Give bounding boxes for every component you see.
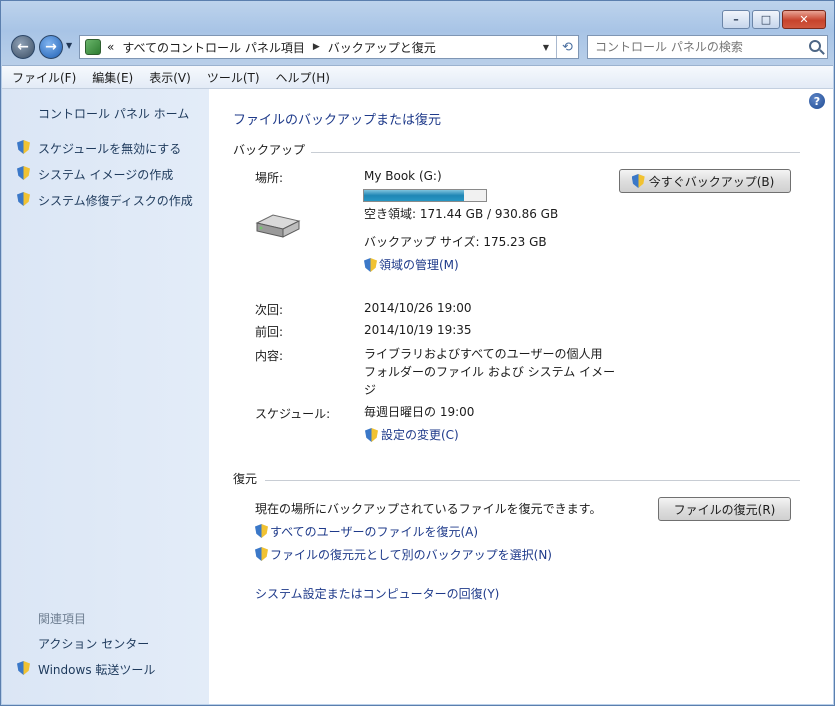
uac-shield-icon bbox=[17, 140, 30, 154]
navigation-bar: ← → ▼ « すべてのコントロール パネル項目 ▶ バックアップと復元 ▼ ⟲ bbox=[9, 34, 828, 60]
last-backup-value: 2014/10/19 19:35 bbox=[364, 323, 472, 337]
next-backup-label: 次回: bbox=[255, 303, 284, 317]
address-bar[interactable]: « すべてのコントロール パネル項目 ▶ バックアップと復元 ▼ ⟲ bbox=[79, 35, 579, 59]
arrow-left-icon: ← bbox=[17, 39, 29, 55]
breadcrumb-item-all-items[interactable]: すべてのコントロール パネル項目 bbox=[122, 39, 305, 56]
search-input[interactable] bbox=[588, 40, 798, 54]
uac-shield-icon bbox=[17, 661, 30, 675]
change-settings-link[interactable]: 設定の変更(C) bbox=[381, 426, 459, 443]
menu-edit[interactable]: 編集(E) bbox=[92, 69, 133, 86]
restore-files-label: ファイルの復元(R) bbox=[673, 502, 776, 517]
sidebar-create-system-image[interactable]: システム イメージの作成 bbox=[38, 166, 173, 183]
location-label: 場所: bbox=[255, 171, 284, 185]
menu-help[interactable]: ヘルプ(H) bbox=[276, 69, 330, 86]
backup-now-label: 今すぐバックアップ(B) bbox=[648, 174, 775, 189]
next-backup-value: 2014/10/26 19:00 bbox=[364, 301, 472, 315]
contents-line-3: ジ bbox=[364, 383, 377, 397]
menu-tools[interactable]: ツール(T) bbox=[207, 69, 260, 86]
sidebar: コントロール パネル ホーム スケジュールを無効にする システム イメージの作成… bbox=[2, 89, 209, 704]
uac-shield-icon bbox=[365, 428, 378, 442]
sidebar-action-center[interactable]: アクション センター bbox=[38, 635, 149, 652]
back-button[interactable]: ← bbox=[11, 35, 35, 59]
minimize-button[interactable]: – bbox=[722, 10, 750, 29]
restore-files-button[interactable]: ファイルの復元(R) bbox=[658, 497, 791, 521]
forward-button[interactable]: → bbox=[39, 35, 63, 59]
window: – □ ✕ ← → ▼ « すべてのコントロール パネル項目 ▶ バックアップと… bbox=[0, 0, 835, 706]
disk-usage-fill bbox=[364, 190, 464, 201]
contents-line-1: ライブラリおよびすべてのユーザーの個人用 bbox=[364, 347, 603, 361]
backup-size-text: バックアップ サイズ: 175.23 GB bbox=[364, 235, 547, 249]
uac-shield-icon bbox=[255, 524, 268, 538]
uac-shield-icon bbox=[364, 258, 377, 272]
search-box[interactable] bbox=[587, 35, 828, 59]
section-divider bbox=[311, 152, 800, 153]
free-space-text: 空き領域: 171.44 GB / 930.86 GB bbox=[364, 207, 559, 221]
manage-space-link[interactable]: 領域の管理(M) bbox=[379, 256, 459, 273]
breadcrumb: « すべてのコントロール パネル項目 ▶ バックアップと復元 bbox=[107, 39, 436, 56]
disk-usage-bar bbox=[363, 189, 487, 202]
refresh-button[interactable]: ⟲ bbox=[556, 36, 578, 58]
hard-drive-icon bbox=[255, 214, 301, 238]
main-content: ? ファイルのバックアップまたは復元 バックアップ 場所: My Book (G… bbox=[209, 89, 833, 704]
chevron-down-icon: ▼ bbox=[542, 42, 550, 52]
schedule-value: 毎週日曜日の 19:00 bbox=[364, 405, 475, 419]
related-heading: 関連項目 bbox=[38, 612, 87, 626]
help-icon[interactable]: ? bbox=[809, 93, 825, 109]
arrow-right-icon: → bbox=[45, 39, 57, 55]
sidebar-disable-schedule[interactable]: スケジュールを無効にする bbox=[38, 140, 181, 157]
location-value: My Book (G:) bbox=[364, 169, 442, 183]
control-panel-icon bbox=[85, 39, 101, 55]
close-button[interactable]: ✕ bbox=[782, 10, 826, 29]
breadcrumb-overflow[interactable]: « bbox=[107, 40, 114, 54]
sidebar-create-repair-disc[interactable]: システム修復ディスクの作成 bbox=[38, 192, 193, 209]
menu-view[interactable]: 表示(V) bbox=[149, 69, 191, 86]
contents-label: 内容: bbox=[255, 349, 284, 363]
breadcrumb-item-backup-restore[interactable]: バックアップと復元 bbox=[328, 39, 436, 56]
uac-shield-icon bbox=[17, 192, 30, 206]
backup-section-heading: バックアップ bbox=[233, 143, 306, 157]
restore-all-users-link[interactable]: すべてのユーザーのファイルを復元(A) bbox=[270, 523, 478, 540]
sidebar-windows-easy-transfer[interactable]: Windows 転送ツール bbox=[38, 661, 155, 678]
breadcrumb-separator-icon[interactable]: ▶ bbox=[313, 42, 320, 52]
recent-pages-dropdown[interactable]: ▼ bbox=[66, 41, 72, 50]
menu-file[interactable]: ファイル(F) bbox=[12, 69, 76, 86]
restore-section-heading: 復元 bbox=[233, 472, 258, 486]
select-other-backup-link[interactable]: ファイルの復元元として別のバックアップを選択(N) bbox=[270, 546, 552, 563]
menu-bar: ファイル(F) 編集(E) 表示(V) ツール(T) ヘルプ(H) bbox=[2, 65, 833, 89]
last-backup-label: 前回: bbox=[255, 325, 284, 339]
backup-now-button[interactable]: 今すぐバックアップ(B) bbox=[619, 169, 791, 193]
maximize-button[interactable]: □ bbox=[752, 10, 780, 29]
window-controls: – □ ✕ bbox=[722, 10, 826, 29]
chevron-down-icon: ▼ bbox=[66, 41, 73, 50]
sidebar-control-panel-home[interactable]: コントロール パネル ホーム bbox=[38, 105, 189, 122]
search-icon[interactable] bbox=[809, 40, 821, 52]
uac-shield-icon bbox=[255, 547, 268, 561]
refresh-icon: ⟲ bbox=[562, 39, 573, 55]
recover-system-link[interactable]: システム設定またはコンピューターの回復(Y) bbox=[255, 585, 499, 602]
uac-shield-icon bbox=[17, 166, 30, 180]
uac-shield-icon bbox=[631, 174, 645, 188]
contents-line-2: フォルダーのファイル および システム イメー bbox=[364, 365, 616, 379]
address-dropdown[interactable]: ▼ bbox=[538, 36, 554, 58]
restore-description: 現在の場所にバックアップされているファイルを復元できます。 bbox=[255, 502, 602, 516]
page-title: ファイルのバックアップまたは復元 bbox=[233, 113, 442, 128]
schedule-label: スケジュール: bbox=[255, 407, 331, 421]
section-divider bbox=[265, 480, 800, 481]
